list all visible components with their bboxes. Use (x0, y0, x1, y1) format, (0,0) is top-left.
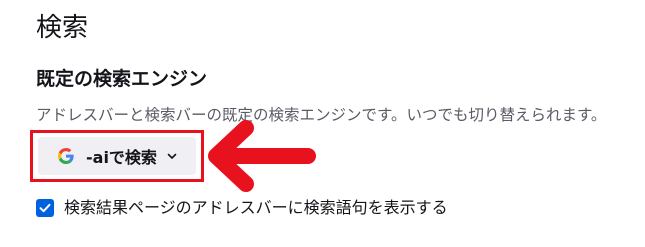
section-title: 検索 (36, 13, 89, 43)
chevron-down-icon (167, 151, 177, 161)
search-engine-dropdown[interactable]: -aiで検索 (38, 137, 196, 175)
show-search-terms-option[interactable]: 検索結果ページのアドレスバーに検索語句を表示する (36, 196, 448, 220)
selected-engine-label: -aiで検索 (86, 148, 157, 167)
default-engine-heading: 既定の検索エンジン (36, 68, 208, 90)
red-arrow-icon (208, 120, 316, 192)
google-g-icon (58, 148, 74, 164)
show-search-terms-checkbox[interactable] (36, 199, 54, 217)
show-search-terms-label: 検索結果ページのアドレスバーに検索語句を表示する (64, 198, 448, 217)
